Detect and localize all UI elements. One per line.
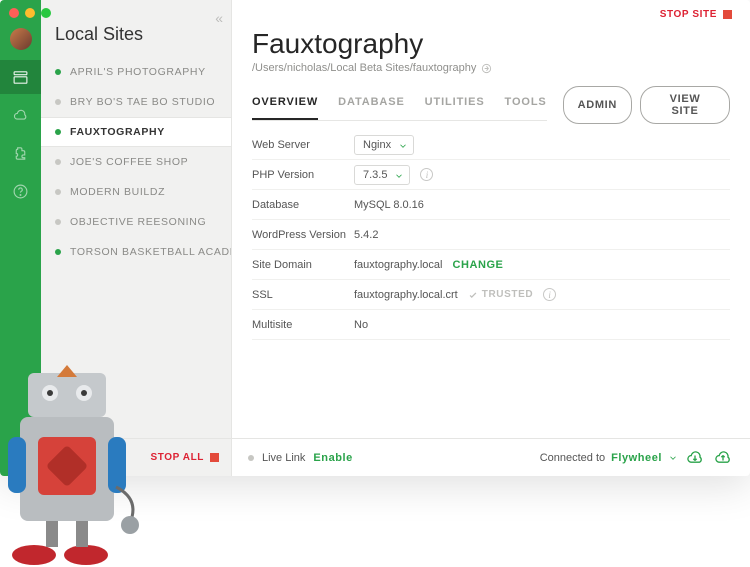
admin-button[interactable]: ADMIN <box>563 86 632 124</box>
sidebar-footer: 3 sites running STOP ALL <box>41 438 231 476</box>
stop-icon <box>723 10 732 19</box>
info-icon[interactable]: i <box>543 288 556 301</box>
site-list: APRIL'S PHOTOGRAPHY BRY BO'S TAE BO STUD… <box>41 55 231 438</box>
tab-overview[interactable]: OVERVIEW <box>252 96 318 120</box>
connection-bar: Connected to Flywheel <box>540 447 734 469</box>
add-site-button[interactable] <box>8 442 34 468</box>
window-traffic-lights <box>9 8 51 18</box>
site-item[interactable]: BRY BO'S TAE BO STUDIO <box>41 87 231 117</box>
php-version-select[interactable]: 7.3.5 <box>354 165 410 185</box>
rail-sites[interactable] <box>0 60 41 94</box>
sidebar-title: Local Sites <box>41 0 231 55</box>
close-light[interactable] <box>9 8 19 18</box>
web-server-select[interactable]: Nginx <box>354 135 414 155</box>
sidebar-collapse-icon[interactable]: « <box>215 10 223 26</box>
rail-help[interactable] <box>0 174 41 208</box>
app-window: « Local Sites APRIL'S PHOTOGRAPHY BRY BO… <box>0 0 750 476</box>
row-web-server: Web Server Nginx <box>252 130 730 160</box>
site-item[interactable]: MODERN BUILDZ <box>41 177 231 207</box>
check-icon <box>468 290 478 300</box>
row-php-version: PHP Version 7.3.5i <box>252 160 730 190</box>
view-site-button[interactable]: VIEW SITE <box>640 86 730 124</box>
chevron-down-icon <box>668 453 678 463</box>
chevron-down-icon <box>398 141 408 151</box>
overview-rows: Web Server Nginx PHP Version 7.3.5i Data… <box>232 130 750 340</box>
reveal-path-icon[interactable] <box>481 63 492 74</box>
header-buttons: ADMIN VIEW SITE <box>563 86 730 124</box>
stop-all-button[interactable]: STOP ALL <box>150 452 219 463</box>
live-link: Live Link Enable <box>248 452 353 464</box>
main-panel: STOP SITE Fauxtography /Users/nicholas/L… <box>232 0 750 476</box>
rail-addons[interactable] <box>0 136 41 170</box>
site-item[interactable]: APRIL'S PHOTOGRAPHY <box>41 57 231 87</box>
nav-row: OVERVIEW DATABASE UTILITIES TOOLS ADMIN … <box>232 76 750 130</box>
sidebar: « Local Sites APRIL'S PHOTOGRAPHY BRY BO… <box>41 0 232 476</box>
stop-icon <box>210 453 219 462</box>
push-button[interactable] <box>712 447 734 469</box>
row-database: Database MySQL 8.0.16 <box>252 190 730 220</box>
rail-cloud[interactable] <box>0 98 41 132</box>
chevron-down-icon <box>394 171 404 181</box>
live-link-enable[interactable]: Enable <box>313 452 352 464</box>
sites-running-count: 3 sites running <box>55 452 127 464</box>
row-ssl: SSL fauxtography.local.crtTRUSTEDi <box>252 280 730 310</box>
ssl-trusted-badge: TRUSTED <box>468 289 533 300</box>
live-link-status-icon <box>248 455 254 461</box>
row-site-domain: Site Domain fauxtography.localCHANGE <box>252 250 730 280</box>
user-avatar[interactable] <box>10 28 32 50</box>
site-item-selected[interactable]: FAUXTOGRAPHY <box>41 117 231 147</box>
main-footer: Live Link Enable Connected to Flywheel <box>232 438 750 476</box>
tab-database[interactable]: DATABASE <box>338 96 405 120</box>
host-select[interactable]: Flywheel <box>611 452 662 464</box>
minimize-light[interactable] <box>25 8 35 18</box>
zoom-light[interactable] <box>41 8 51 18</box>
top-strip: STOP SITE <box>232 0 750 28</box>
site-path: /Users/nicholas/Local Beta Sites/fauxtog… <box>252 62 730 74</box>
row-wordpress-version: WordPress Version 5.4.2 <box>252 220 730 250</box>
site-title: Fauxtography <box>252 28 730 60</box>
row-multisite: Multisite No <box>252 310 730 340</box>
tab-tools[interactable]: TOOLS <box>505 96 547 120</box>
tabs: OVERVIEW DATABASE UTILITIES TOOLS <box>252 96 547 121</box>
site-item[interactable]: JOE'S COFFEE SHOP <box>41 147 231 177</box>
tab-utilities[interactable]: UTILITIES <box>425 96 485 120</box>
stop-site-button[interactable]: STOP SITE <box>660 9 732 20</box>
change-domain-link[interactable]: CHANGE <box>452 259 503 271</box>
info-icon[interactable]: i <box>420 168 433 181</box>
site-item[interactable]: OBJECTIVE REESONING <box>41 207 231 237</box>
site-header: Fauxtography /Users/nicholas/Local Beta … <box>232 28 750 76</box>
pull-button[interactable] <box>684 447 706 469</box>
site-item[interactable]: TORSON BASKETBALL ACADE... <box>41 237 231 267</box>
nav-rail <box>0 0 41 476</box>
